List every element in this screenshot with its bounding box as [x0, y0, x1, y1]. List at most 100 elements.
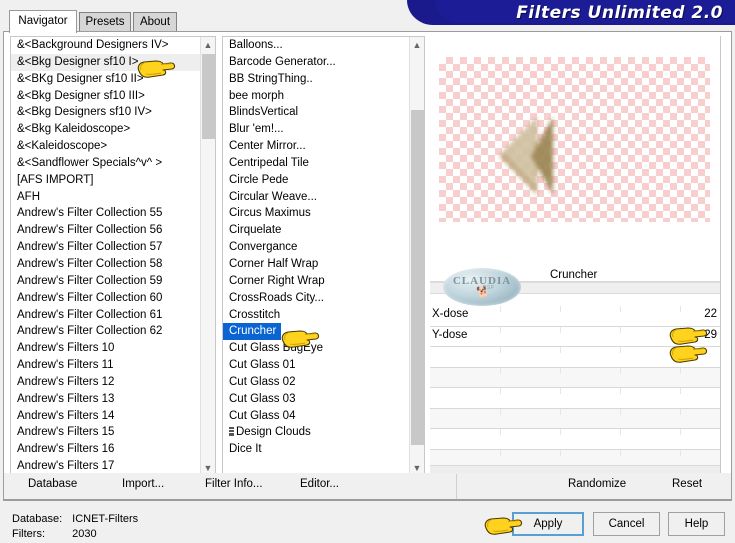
slider-track[interactable] [500, 326, 681, 333]
scrollbar-thumb[interactable] [202, 54, 215, 139]
list-item[interactable]: Cut Glass 02 [223, 374, 409, 391]
parameter-value[interactable]: 22 [704, 308, 717, 320]
category-listbox[interactable]: &<Background Designers IV> &<Bkg Designer… [10, 36, 216, 477]
selected-filter-title: Cruncher [550, 269, 598, 281]
category-list-scrollbar[interactable]: ▲ ▼ [200, 37, 215, 476]
status-database-value: ICNET-Filters [72, 513, 139, 525]
list-item[interactable]: Cut Glass 03 [223, 391, 409, 408]
slider-track[interactable] [500, 408, 681, 415]
status-database-label: Database: [12, 513, 63, 525]
list-item[interactable]: &<Sandflower Specials^v^ > [11, 155, 200, 172]
list-item[interactable]: Convergance [223, 239, 409, 256]
list-item[interactable]: &<Background Designers IV> [11, 37, 200, 54]
menu-separator [456, 474, 457, 499]
menu-filter-info[interactable]: Filter Info... [205, 478, 263, 490]
list-item[interactable]: Cirquelate [223, 222, 409, 239]
tab-about[interactable]: About [133, 12, 177, 31]
list-item[interactable]: Andrew's Filters 10 [11, 340, 200, 357]
filter-list-scrollbar[interactable]: ▲ ▼ [409, 37, 424, 476]
tab-navigator[interactable]: Navigator [9, 10, 77, 33]
list-item[interactable]: Cut Glass BugEye [223, 340, 409, 357]
scrollbar-thumb[interactable] [411, 110, 424, 445]
list-item[interactable]: Design Clouds [223, 424, 409, 441]
parameter-row[interactable] [430, 429, 720, 450]
stacked-bars-icon [229, 427, 234, 437]
list-item[interactable]: Andrew's Filters 11 [11, 357, 200, 374]
list-item[interactable]: Andrew's Filter Collection 57 [11, 239, 200, 256]
list-item[interactable]: Circus Maximus [223, 205, 409, 222]
list-item[interactable]: Andrew's Filter Collection 56 [11, 222, 200, 239]
parameter-row[interactable]: X-dose 22 [430, 306, 720, 327]
list-item[interactable]: Andrew's Filter Collection 55 [11, 205, 200, 222]
slider-track[interactable] [500, 367, 681, 374]
list-item[interactable]: Andrew's Filter Collection 59 [11, 273, 200, 290]
list-item[interactable]: &<Bkg Designers sf10 IV> [11, 104, 200, 121]
list-item[interactable]: &<Bkg Designer sf10 III> [11, 88, 200, 105]
list-item[interactable]: Andrew's Filters 13 [11, 391, 200, 408]
list-item[interactable]: AFH [11, 189, 200, 206]
list-item[interactable]: Corner Half Wrap [223, 256, 409, 273]
list-item[interactable]: Cut Glass 01 [223, 357, 409, 374]
list-item[interactable]: Centripedal Tile [223, 155, 409, 172]
list-item[interactable]: Corner Right Wrap [223, 273, 409, 290]
list-item[interactable]: &<BKg Designer sf10 II> [11, 71, 200, 88]
menu-database[interactable]: Database [28, 478, 77, 490]
list-item[interactable]: CrossRoads City... [223, 290, 409, 307]
list-item[interactable]: Circular Weave... [223, 189, 409, 206]
list-item[interactable]: BlindsVertical [223, 104, 409, 121]
list-item[interactable]: Andrew's Filter Collection 62 [11, 323, 200, 340]
menu-randomize[interactable]: Randomize [568, 478, 626, 490]
list-item[interactable]: Andrew's Filters 15 [11, 424, 200, 441]
apply-button[interactable]: Apply [512, 512, 584, 536]
parameter-row[interactable] [430, 367, 720, 388]
list-item[interactable]: BB StringThing.. [223, 71, 409, 88]
list-item[interactable]: Center Mirror... [223, 138, 409, 155]
slider-track[interactable] [500, 388, 681, 394]
filter-preview-image[interactable] [439, 57, 710, 222]
list-item[interactable]: [AFS IMPORT] [11, 172, 200, 189]
category-list-items[interactable]: &<Background Designers IV> &<Bkg Designer… [11, 37, 200, 476]
parameter-label: X-dose [432, 308, 469, 320]
list-item[interactable]: Blur 'em!... [223, 121, 409, 138]
scroll-up-icon[interactable]: ▲ [201, 37, 215, 53]
parameter-row[interactable] [430, 347, 720, 368]
right-pane: CLAUDIA PSP 🐕 Cruncher X-dose 22 Y-dose 29 [430, 36, 727, 477]
list-item[interactable]: Andrew's Filters 16 [11, 441, 200, 458]
list-item[interactable]: Barcode Generator... [223, 54, 409, 71]
list-item[interactable]: &<Bkg Designer sf10 I> [11, 53, 200, 71]
slider-track[interactable] [500, 429, 681, 435]
list-item[interactable]: Balloons... [223, 37, 409, 54]
menu-editor[interactable]: Editor... [300, 478, 339, 490]
menu-import[interactable]: Import... [122, 478, 164, 490]
list-item[interactable]: Cut Glass 04 [223, 408, 409, 425]
list-item[interactable]: Andrew's Filter Collection 61 [11, 307, 200, 324]
parameter-row[interactable] [430, 408, 720, 429]
slider-track[interactable] [500, 347, 681, 353]
cancel-button[interactable]: Cancel [593, 512, 660, 536]
parameter-label: Y-dose [432, 328, 468, 341]
list-item[interactable]: &<Bkg Kaleidoscope> [11, 121, 200, 138]
list-item[interactable]: Dice It [223, 441, 409, 458]
scroll-up-icon[interactable]: ▲ [410, 37, 424, 53]
list-item[interactable]: Circle Pede [223, 172, 409, 189]
list-item[interactable]: Crosstitch [223, 307, 409, 324]
list-item[interactable]: Andrew's Filters 12 [11, 374, 200, 391]
list-item[interactable]: Andrew's Filter Collection 58 [11, 256, 200, 273]
menu-reset[interactable]: Reset [672, 478, 702, 490]
parameter-row[interactable]: Y-dose 29 [430, 326, 720, 347]
filter-listbox[interactable]: Balloons... Barcode Generator... BB String… [222, 36, 425, 477]
list-item[interactable]: bee morph [223, 88, 409, 105]
list-item[interactable]: Andrew's Filters 14 [11, 408, 200, 425]
help-button[interactable]: Help [668, 512, 725, 536]
list-item[interactable]: Cruncher [223, 323, 282, 341]
slider-track[interactable] [500, 306, 681, 312]
dog-icon: 🐕 [476, 287, 490, 299]
list-item[interactable]: Andrew's Filter Collection 60 [11, 290, 200, 307]
parameter-value[interactable]: 29 [704, 329, 717, 341]
slider-track[interactable] [500, 449, 681, 456]
right-pane-divider [720, 36, 721, 477]
list-item[interactable]: &<Kaleidoscope> [11, 138, 200, 155]
parameter-row[interactable] [430, 388, 720, 409]
tab-presets[interactable]: Presets [79, 12, 131, 31]
filter-list-items[interactable]: Balloons... Barcode Generator... BB String… [223, 37, 409, 476]
